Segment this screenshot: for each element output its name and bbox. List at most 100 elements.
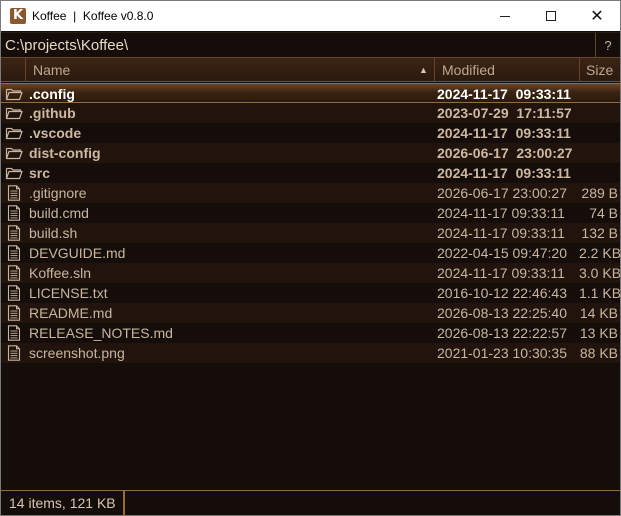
file-icon	[5, 205, 23, 221]
list-item[interactable]: .gitignore 2026-06-17 23:00:27 289 B	[1, 183, 620, 203]
item-modified: 2022-04-15 09:47:20	[437, 245, 567, 261]
maximize-icon	[546, 11, 556, 21]
column-header-name[interactable]: Name	[25, 58, 433, 82]
app-logo-icon: K	[10, 8, 26, 24]
folder-icon	[5, 105, 23, 121]
item-name: .gitignore	[29, 185, 87, 201]
item-size: 3.0 KB	[579, 265, 621, 281]
item-name: .github	[29, 105, 76, 121]
item-name: screenshot.png	[29, 345, 125, 361]
item-size: 132 B	[581, 225, 618, 241]
item-size: 13 KB	[579, 325, 618, 341]
title-bar[interactable]: K Koffee | Koffee v0.8.0 ✕	[1, 1, 620, 31]
item-name: .config	[29, 86, 75, 102]
list-item[interactable]: dist-config 2026-06-17 23:00:27	[1, 143, 620, 163]
folder-icon-glyph	[5, 107, 23, 120]
header-icon-column	[1, 58, 25, 82]
list-item[interactable]: build.cmd 2024-11-17 09:33:11 74 B	[1, 203, 620, 223]
item-size: 289 B	[581, 185, 618, 201]
column-header: Name ▲ Modified Size	[1, 58, 620, 82]
item-modified: 2023-07-29 17:11:57	[437, 105, 572, 121]
status-bar: 14 items, 121 KB	[1, 490, 620, 516]
file-icon-glyph	[7, 265, 21, 281]
path-bar: ?	[1, 32, 620, 58]
item-name: build.sh	[29, 225, 78, 241]
sort-ascending-icon: ▲	[419, 65, 428, 75]
minimize-button[interactable]	[482, 1, 528, 31]
item-modified: 2024-11-17 09:33:11	[437, 86, 571, 102]
file-icon	[5, 185, 23, 201]
folder-icon	[5, 165, 23, 181]
file-icon-glyph	[7, 325, 21, 341]
minimize-icon	[500, 15, 510, 17]
column-header-size[interactable]: Size	[579, 58, 620, 82]
item-size: 14 KB	[579, 305, 618, 321]
item-size	[579, 103, 620, 123]
item-name: dist-config	[29, 145, 101, 161]
file-icon	[5, 305, 23, 321]
item-size: 74 B	[589, 205, 618, 221]
list-item[interactable]: DEVGUIDE.md 2022-04-15 09:47:20 2.2 KB	[1, 243, 621, 263]
file-icon-glyph	[7, 185, 21, 201]
status-summary: 14 items, 121 KB	[9, 495, 116, 511]
item-name: README.md	[29, 305, 113, 321]
item-modified: 2024-11-17 09:33:11	[437, 125, 571, 141]
item-modified: 2016-10-12 22:46:43	[437, 285, 567, 301]
item-name: RELEASE_NOTES.md	[29, 325, 173, 341]
file-icon	[5, 265, 23, 281]
file-icon-glyph	[7, 245, 21, 261]
list-item[interactable]: Koffee.sln 2024-11-17 09:33:11 3.0 KB	[1, 263, 621, 283]
item-name: DEVGUIDE.md	[29, 245, 126, 261]
item-size	[579, 123, 620, 143]
close-button[interactable]: ✕	[574, 1, 620, 31]
item-size: 88 KB	[579, 345, 618, 361]
file-icon-glyph	[7, 305, 21, 321]
list-item[interactable]: .vscode 2024-11-17 09:33:11	[1, 123, 620, 143]
file-icon-glyph	[7, 285, 21, 301]
close-icon: ✕	[590, 6, 604, 25]
list-item[interactable]: screenshot.png 2021-01-23 10:30:35 88 KB	[1, 343, 620, 363]
item-modified: 2026-08-13 22:22:57	[437, 325, 567, 341]
item-modified: 2026-08-13 22:25:40	[437, 305, 567, 321]
file-icon	[5, 245, 23, 261]
list-item[interactable]: LICENSE.txt 2016-10-12 22:46:43 1.1 KB	[1, 283, 621, 303]
item-size	[579, 84, 620, 104]
item-modified: 2024-11-17 09:33:11	[437, 265, 565, 281]
file-icon-glyph	[7, 345, 21, 361]
help-button[interactable]: ?	[595, 33, 620, 58]
item-size: 1.1 KB	[579, 285, 621, 301]
item-modified: 2024-11-17 09:33:11	[437, 165, 571, 181]
item-modified: 2024-11-17 09:33:11	[437, 205, 565, 221]
path-input[interactable]	[5, 36, 593, 55]
file-icon-glyph	[7, 225, 21, 241]
column-header-modified[interactable]: Modified	[434, 58, 579, 82]
list-item[interactable]: RELEASE_NOTES.md 2026-08-13 22:22:57 13 KB	[1, 323, 620, 343]
list-item[interactable]: README.md 2026-08-13 22:25:40 14 KB	[1, 303, 620, 323]
item-name: .vscode	[29, 125, 82, 141]
item-size	[579, 163, 620, 183]
list-item[interactable]: build.sh 2024-11-17 09:33:11 132 B	[1, 223, 620, 243]
item-name: src	[29, 165, 51, 181]
app-window: K Koffee | Koffee v0.8.0 ✕ ? Name ▲ Modi…	[0, 0, 621, 516]
folder-icon	[5, 86, 23, 102]
maximize-button[interactable]	[528, 1, 574, 31]
list-item[interactable]: src 2024-11-17 09:33:11	[1, 163, 620, 183]
folder-icon-glyph	[5, 167, 23, 180]
item-size	[579, 143, 620, 163]
file-icon	[5, 285, 23, 301]
folder-icon-glyph	[5, 88, 23, 101]
item-name: LICENSE.txt	[29, 285, 108, 301]
folder-icon	[5, 125, 23, 141]
item-name: Koffee.sln	[29, 265, 92, 281]
folder-icon	[5, 145, 23, 161]
list-item[interactable]: .github 2023-07-29 17:11:57	[1, 103, 620, 123]
status-divider	[123, 491, 125, 516]
file-icon	[5, 225, 23, 241]
item-size: 2.2 KB	[579, 245, 621, 261]
folder-icon-glyph	[5, 147, 23, 160]
file-icon-glyph	[7, 205, 21, 221]
item-modified: 2021-01-23 10:30:35	[437, 345, 567, 361]
list-item[interactable]: .config 2024-11-17 09:33:11	[1, 83, 620, 103]
folder-icon-glyph	[5, 127, 23, 140]
file-list: .config 2024-11-17 09:33:11 .github 2023-07…	[1, 83, 621, 363]
